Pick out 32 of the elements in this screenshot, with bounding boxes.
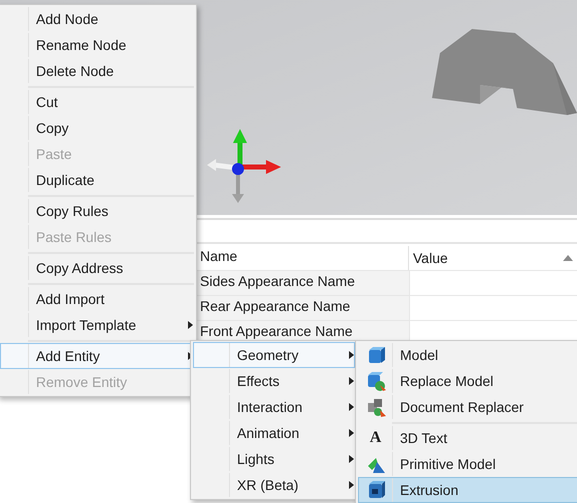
submenu-arrow-icon	[349, 403, 354, 411]
menu-item[interactable]: Document Replacer	[358, 394, 577, 420]
menu-item[interactable]: Copy	[0, 115, 194, 141]
menu-item[interactable]: Delete Node	[0, 58, 194, 84]
menu-item[interactable]: Primitive Model	[358, 451, 577, 477]
menu-item[interactable]: Extrusion	[358, 477, 577, 503]
submenu-arrow-icon	[349, 377, 354, 385]
menu-item[interactable]: Geometry	[193, 342, 355, 368]
menu-item[interactable]: Lights	[193, 446, 355, 472]
menu-item[interactable]: Interaction	[193, 394, 355, 420]
menu-item[interactable]: Rename Node	[0, 32, 194, 58]
submenu-arrow-icon	[349, 481, 354, 489]
menu-item[interactable]: Copy Rules	[0, 198, 194, 224]
table-cell: Rear Appearance Name	[197, 296, 409, 320]
submenu-arrow-icon	[349, 455, 354, 463]
menu-item[interactable]: XR (Beta)	[193, 472, 355, 498]
menu-item[interactable]: Add Import	[0, 286, 194, 312]
table-cell: Sides Appearance Name	[197, 271, 409, 295]
menu-item[interactable]: Import Template	[0, 312, 194, 338]
menu-item[interactable]: Add Node	[0, 6, 194, 32]
menu-item[interactable]: Cut	[0, 89, 194, 115]
letter-icon: A	[370, 426, 382, 450]
menu-item[interactable]: Animation	[193, 420, 355, 446]
menu-item[interactable]: A 3D Text	[358, 425, 577, 451]
submenu-arrow-icon	[188, 321, 193, 329]
menu-item[interactable]: Effects	[193, 368, 355, 394]
menu-item[interactable]: Copy Address	[0, 255, 194, 281]
menu-item[interactable]: Replace Model	[358, 368, 577, 394]
submenu-arrow-icon	[349, 429, 354, 437]
submenu-arrow-icon	[349, 351, 354, 359]
menu-item[interactable]: Model	[358, 342, 577, 368]
menu-item[interactable]: Duplicate	[0, 167, 194, 193]
